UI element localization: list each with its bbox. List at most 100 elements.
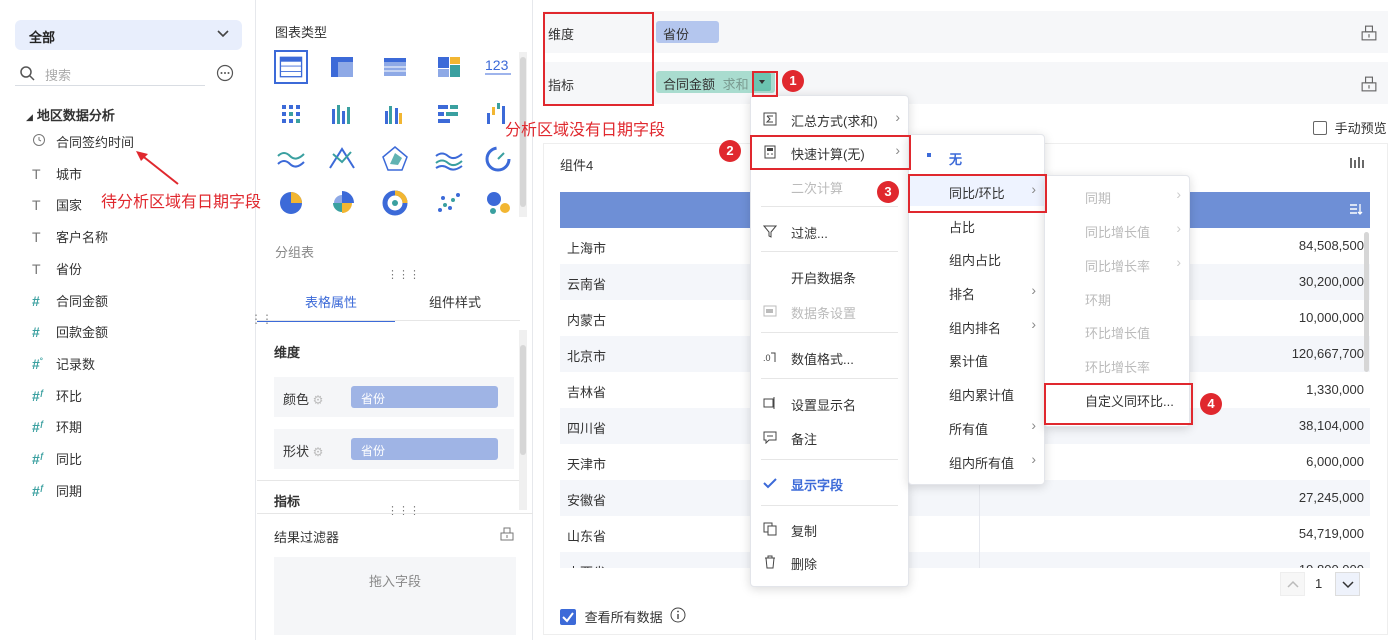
- next-page-button[interactable]: [1335, 572, 1360, 596]
- field-item[interactable]: T 省份: [32, 259, 82, 281]
- chevron-down-icon: [216, 26, 230, 40]
- context-menu-item[interactable]: 删除: [751, 547, 908, 577]
- yoy-menu-item[interactable]: 环比增长值: [1045, 316, 1189, 346]
- divider: [257, 513, 533, 514]
- context-menu-item[interactable]: .0 数值格式...: [751, 342, 908, 372]
- menu-item-label: 同比增长值: [1085, 225, 1151, 240]
- yoy-menu-item[interactable]: 同比增长率 ›: [1045, 249, 1189, 279]
- info-icon[interactable]: [670, 607, 686, 626]
- sort-icon[interactable]: [1348, 201, 1364, 217]
- calc-field-icon: #ƒ: [32, 451, 45, 467]
- dimension-chip-province[interactable]: 省份: [656, 21, 719, 43]
- table-row[interactable]: 山西省 19,800,000: [560, 552, 1370, 568]
- yoy-menu-item[interactable]: 同比增长值 ›: [1045, 215, 1189, 245]
- quick-calc-item[interactable]: 所有值 ›: [909, 412, 1044, 442]
- gauge-icon[interactable]: [481, 142, 515, 176]
- context-menu-item[interactable]: 显示字段: [751, 468, 908, 498]
- quick-calc-item[interactable]: 累计值: [909, 344, 1044, 374]
- annotation-note-right: 分析区域没有日期字段: [505, 122, 666, 139]
- tab-table-properties[interactable]: 表格属性: [257, 280, 395, 322]
- rose-chart-icon[interactable]: [325, 186, 359, 220]
- context-menu-item[interactable]: 数据条设置: [751, 296, 908, 326]
- bar-chart-icon[interactable]: [432, 97, 466, 131]
- province-cell: 四川省: [567, 421, 607, 436]
- chart-switch-icon[interactable]: [1349, 156, 1365, 170]
- field-item[interactable]: #ƒ 环比: [32, 386, 82, 408]
- quick-calc-item[interactable]: 组内所有值 ›: [909, 446, 1044, 476]
- drag-handle-icon[interactable]: ⋮⋮⋮: [387, 504, 420, 517]
- context-menu-item[interactable]: 复制: [751, 514, 908, 544]
- yoy-menu-item[interactable]: 环比增长率: [1045, 350, 1189, 380]
- field-item[interactable]: T 国家: [32, 195, 82, 217]
- yoy-menu-item[interactable]: 同期 ›: [1045, 181, 1189, 211]
- grouped-column-icon[interactable]: [378, 97, 412, 131]
- context-menu-item[interactable]: 汇总方式(求和) ›: [751, 104, 908, 134]
- search-placeholder: 搜索: [45, 68, 72, 83]
- context-menu-item[interactable]: 过滤...: [751, 216, 908, 246]
- tree-root-folder[interactable]: ◢ 地区数据分析: [26, 105, 115, 124]
- area-chart-icon[interactable]: [432, 142, 466, 176]
- view-all-data-checkbox[interactable]: 查看所有数据: [560, 607, 686, 626]
- cross-table-icon[interactable]: [325, 50, 359, 84]
- shape-field-pill[interactable]: 省份: [351, 438, 498, 460]
- scatter-chart-icon[interactable]: [432, 186, 466, 220]
- filter-settings-icon[interactable]: [500, 527, 514, 541]
- quick-calc-item[interactable]: 组内占比: [909, 243, 1044, 273]
- province-cell: 安徽省: [567, 493, 607, 508]
- field-item[interactable]: #° 记录数: [32, 354, 95, 376]
- quick-calc-item[interactable]: 组内累计值: [909, 378, 1044, 408]
- field-item[interactable]: # 回款金额: [32, 322, 108, 344]
- field-item-label: 环期: [56, 420, 83, 436]
- field-item[interactable]: # 合同金额: [32, 291, 108, 313]
- field-item[interactable]: T 客户名称: [32, 227, 108, 249]
- ring-chart-icon[interactable]: [378, 186, 412, 220]
- row-settings-icon[interactable]: [1361, 25, 1377, 41]
- more-options-icon[interactable]: [216, 64, 234, 82]
- table-row[interactable]: 山东省 54,719,000: [560, 516, 1370, 552]
- shape-label: 形状 ⚙: [283, 444, 324, 459]
- text-field-icon: T: [32, 229, 41, 246]
- row-settings-icon[interactable]: [1361, 76, 1377, 92]
- column-chart-icon[interactable]: [325, 97, 359, 131]
- field-item[interactable]: #ƒ 同比: [32, 449, 82, 471]
- menu-item-label: 占比: [949, 220, 976, 235]
- field-item[interactable]: T 城市: [32, 164, 82, 186]
- field-item[interactable]: #ƒ 环期: [32, 417, 82, 439]
- menu-item-label: 组内占比: [949, 253, 1002, 268]
- pie-chart-icon[interactable]: [274, 186, 308, 220]
- context-menu-item[interactable]: 设置显示名: [751, 388, 908, 418]
- context-menu-item[interactable]: 开启数据条: [751, 261, 908, 291]
- field-item[interactable]: 合同签约时间: [32, 132, 134, 154]
- menu-item-label: 备注: [791, 432, 818, 447]
- yoy-menu-item[interactable]: 环期: [1045, 283, 1189, 313]
- treemap-icon[interactable]: [432, 50, 466, 84]
- kpi-icon[interactable]: 123: [481, 50, 515, 84]
- radar-icon[interactable]: [325, 142, 359, 176]
- scatter-grid-icon[interactable]: [274, 97, 308, 131]
- quick-calc-item[interactable]: 排名 ›: [909, 277, 1044, 307]
- field-search-input[interactable]: 搜索: [15, 60, 205, 86]
- detail-table-icon[interactable]: [378, 50, 412, 84]
- amount-cell: 19,800,000: [1299, 562, 1364, 568]
- polar-icon[interactable]: [378, 142, 412, 176]
- field-item[interactable]: #ƒ 同期: [32, 481, 82, 503]
- number-field-icon: #: [32, 292, 40, 309]
- quick-calc-item[interactable]: 组内排名 ›: [909, 311, 1044, 341]
- prev-page-button[interactable]: [1280, 572, 1305, 596]
- quick-calc-item[interactable]: 占比: [909, 210, 1044, 240]
- properties-scrollbar[interactable]: [519, 330, 527, 510]
- table-chart-icon[interactable]: [274, 50, 308, 84]
- line-chart-icon[interactable]: [274, 142, 308, 176]
- scope-select[interactable]: 全部: [15, 20, 242, 50]
- table-row[interactable]: 安徽省 27,245,000: [560, 480, 1370, 516]
- table-scrollbar[interactable]: [1364, 232, 1370, 512]
- quick-calc-item[interactable]: 无: [909, 142, 1044, 172]
- menu-item-label: 显示字段: [791, 478, 844, 493]
- menu-item-label: 删除: [791, 557, 818, 572]
- bubble-chart-icon[interactable]: [481, 186, 515, 220]
- context-menu-item[interactable]: 备注: [751, 422, 908, 452]
- color-field-pill[interactable]: 省份: [351, 386, 498, 408]
- tab-component-style[interactable]: 组件样式: [395, 280, 520, 321]
- manual-preview-checkbox[interactable]: 手动预览: [1313, 118, 1387, 137]
- filter-drop-zone[interactable]: 拖入字段: [274, 557, 516, 635]
